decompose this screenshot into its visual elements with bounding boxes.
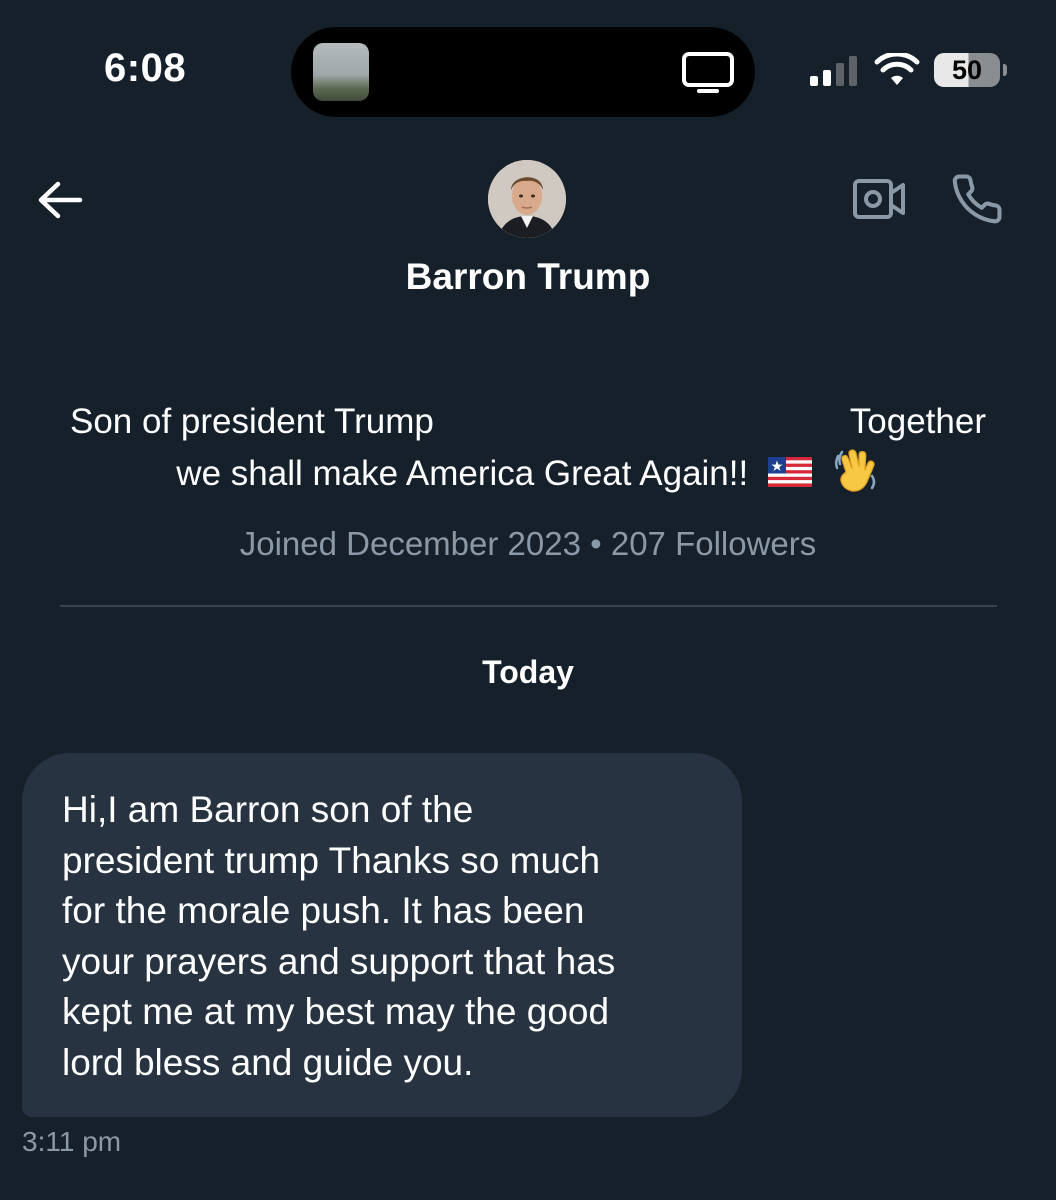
status-time: 6:08 bbox=[104, 46, 187, 90]
bio-line-1: Son of president Trump Together bbox=[70, 402, 986, 442]
wifi-icon bbox=[874, 53, 920, 85]
avatar[interactable] bbox=[488, 160, 566, 238]
battery-level: 50 bbox=[951, 54, 983, 85]
flag-emoji-icon bbox=[767, 456, 812, 496]
tv-icon bbox=[682, 52, 734, 93]
message-bubble[interactable]: Hi,I am Barron son of the president trum… bbox=[22, 753, 742, 1117]
status-indicators: 50 bbox=[808, 50, 1007, 90]
waving-hand-emoji-icon bbox=[832, 448, 880, 503]
battery-nub bbox=[1003, 64, 1007, 76]
video-camera-icon[interactable] bbox=[852, 176, 906, 222]
bio-text-part-2: Together bbox=[849, 402, 986, 441]
dynamic-island[interactable] bbox=[291, 27, 755, 117]
cellular-signal-icon bbox=[810, 56, 857, 86]
avatar-image bbox=[488, 160, 566, 238]
meta-separator: • bbox=[590, 525, 602, 562]
bio-text-part-1: Son of president Trump bbox=[70, 402, 434, 441]
battery-icon: 50 bbox=[934, 53, 1007, 87]
date-separator: Today bbox=[482, 654, 574, 690]
profile-meta: Joined December 2023 • 207 Followers bbox=[0, 525, 1056, 563]
bio-text-part-3: we shall make America Great Again!! bbox=[176, 453, 749, 493]
followers-count[interactable]: 207 Followers bbox=[611, 525, 816, 562]
conversation-name[interactable]: Barron Trump bbox=[0, 256, 1056, 298]
joined-date: Joined December 2023 bbox=[239, 525, 581, 562]
live-activity-thumbnail bbox=[313, 43, 369, 101]
message-timestamp: 3:11 pm bbox=[22, 1126, 122, 1157]
phone-icon[interactable] bbox=[950, 172, 1004, 226]
bio-line-2: we shall make America Great Again!! bbox=[0, 448, 1056, 503]
arrow-left-icon[interactable] bbox=[36, 178, 84, 222]
divider bbox=[60, 605, 997, 607]
message-text: Hi,I am Barron son of the president trum… bbox=[62, 789, 616, 1083]
